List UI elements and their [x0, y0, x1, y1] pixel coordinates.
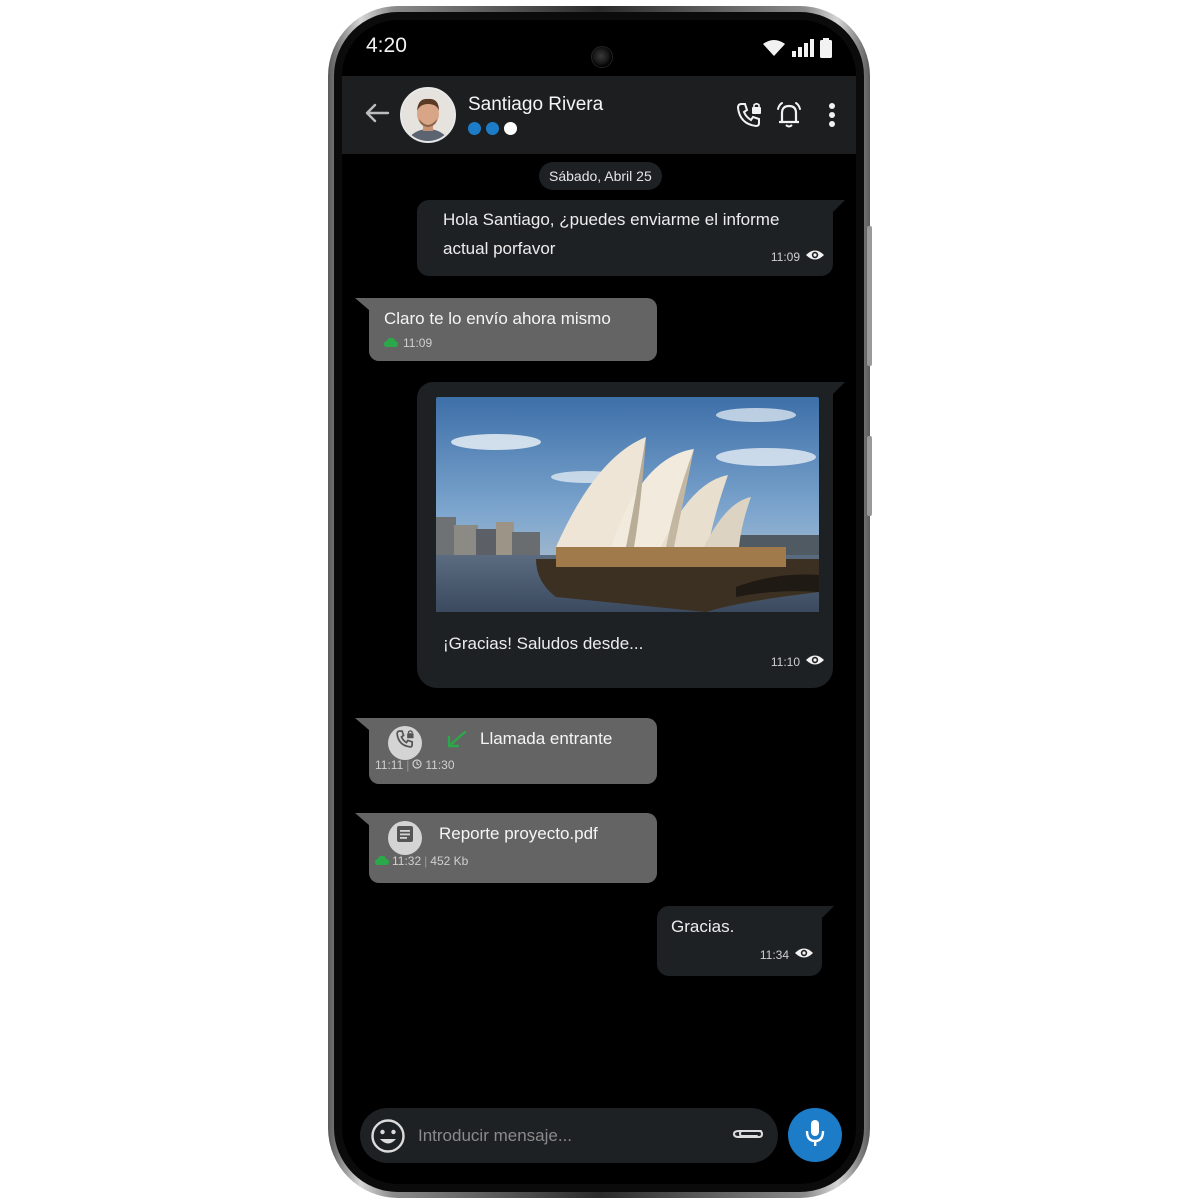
message-text: actual porfavor — [443, 239, 556, 258]
bubble-tail — [833, 200, 845, 212]
message-bubble-outgoing[interactable]: Hola Santiago, ¿puedes enviarme el infor… — [417, 200, 845, 276]
message-meta: 11:34 — [760, 941, 814, 969]
presence-dot — [504, 122, 517, 135]
message-bubble-image[interactable]: ¡Gracias! Saludos desde... 11:10 — [417, 382, 845, 688]
message-meta: 11:09 — [771, 243, 825, 271]
bubble-tail — [355, 718, 369, 730]
more-vertical-icon — [828, 102, 836, 133]
secure-cloud-icon — [375, 847, 389, 875]
call-label: Llamada entrante — [480, 729, 613, 748]
contact-name[interactable]: Santiago Rivera — [468, 94, 603, 116]
message-meta: 11:32 | 452 Kb — [375, 847, 468, 875]
power-button — [867, 436, 872, 516]
bubble-tail — [822, 906, 834, 918]
eye-icon — [805, 648, 825, 676]
alarm-bell-icon — [774, 100, 804, 135]
bubble-tail — [355, 298, 369, 310]
message-composer — [360, 1108, 778, 1163]
sydney-opera-house-photo[interactable] — [436, 397, 819, 612]
message-time: 11:32 — [392, 854, 422, 868]
message-text: Gracias. — [671, 917, 735, 936]
bubble-tail — [355, 813, 369, 825]
meta-separator: | — [406, 758, 410, 772]
wifi-icon — [762, 39, 786, 62]
message-input[interactable] — [418, 1119, 718, 1153]
paperclip-icon — [731, 1126, 765, 1147]
message-meta: 11:11 | 11:30 — [375, 751, 455, 779]
status-bar: 4:20 — [342, 20, 856, 72]
presence-dot — [468, 122, 481, 135]
voice-record-button[interactable] — [788, 1108, 842, 1162]
chat-screen: 4:20 Santiago Rivera Sábado, Abril 25 Ho… — [342, 20, 856, 1184]
phone-frame: 4:20 Santiago Rivera Sábado, Abril 25 Ho… — [328, 6, 872, 1198]
front-camera — [591, 46, 613, 68]
call-duration: 11:30 — [425, 758, 455, 772]
secure-call-button[interactable] — [732, 100, 766, 134]
image-caption: ¡Gracias! Saludos desde... — [443, 634, 644, 653]
eye-icon — [794, 941, 814, 969]
contact-avatar[interactable] — [400, 87, 456, 143]
chat-header: Santiago Rivera — [342, 76, 856, 154]
attach-button[interactable] — [730, 1122, 766, 1150]
presence-dot — [486, 122, 499, 135]
emoji-button[interactable] — [370, 1118, 406, 1154]
message-bubble-incoming[interactable]: Claro te lo envío ahora mismo 11:09 — [355, 298, 657, 361]
bubble-tail — [833, 382, 845, 394]
message-time: 11:34 — [759, 948, 789, 962]
battery-icon — [820, 38, 832, 63]
call-log-bubble[interactable]: Llamada entrante 11:11 | 11:30 — [355, 718, 657, 784]
emoji-icon — [370, 1119, 406, 1158]
message-time: 11:11 — [375, 758, 404, 772]
more-options-button[interactable] — [815, 100, 849, 134]
back-button[interactable] — [360, 98, 394, 132]
timer-icon — [412, 751, 422, 779]
message-bubble-outgoing[interactable]: Gracias. 11:34 — [657, 906, 834, 976]
file-size: 452 Kb — [430, 854, 469, 868]
meta-separator: | — [424, 854, 428, 868]
message-time: 11:09 — [770, 250, 800, 264]
secure-cloud-icon — [384, 329, 398, 357]
eye-icon — [805, 243, 825, 271]
secure-call-icon — [735, 101, 763, 134]
message-time: 11:10 — [770, 655, 800, 669]
file-message-bubble[interactable]: Reporte proyecto.pdf 11:32 | 452 Kb — [355, 813, 657, 883]
status-time: 4:20 — [366, 34, 407, 57]
status-icons — [762, 38, 832, 63]
file-name: Reporte proyecto.pdf — [439, 824, 598, 843]
microphone-icon — [804, 1118, 826, 1153]
signal-icon — [792, 39, 814, 62]
message-meta: 11:10 — [771, 648, 825, 676]
alarm-button[interactable] — [772, 100, 806, 134]
message-meta: 11:09 — [384, 329, 432, 357]
presence-indicator — [468, 122, 517, 135]
back-arrow-icon — [364, 102, 390, 129]
message-time: 11:09 — [403, 336, 433, 350]
date-separator: Sábado, Abril 25 — [539, 162, 662, 190]
volume-button — [867, 226, 872, 366]
message-text: Hola Santiago, ¿puedes enviarme el infor… — [443, 210, 780, 229]
